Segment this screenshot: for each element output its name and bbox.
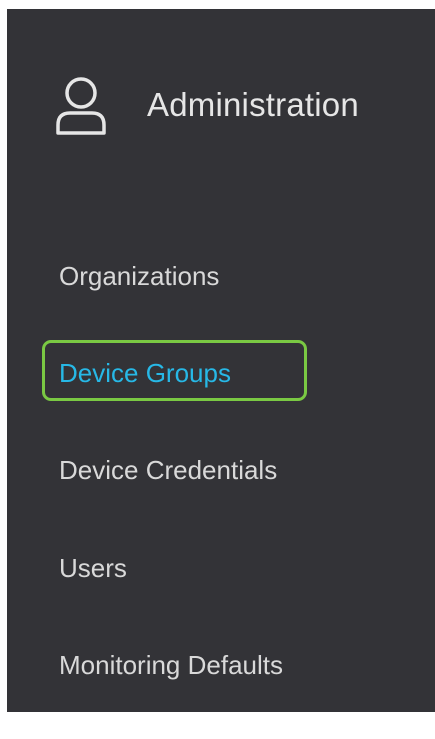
page-title: Administration: [147, 86, 359, 123]
sidebar-item-users[interactable]: Users: [59, 553, 127, 584]
sidebar-item-label: Device Groups: [59, 358, 231, 388]
sidebar-item-monitoring-defaults[interactable]: Monitoring Defaults: [59, 650, 283, 681]
sidebar-item-device-groups[interactable]: Device Groups: [42, 340, 307, 401]
user-icon: [56, 77, 106, 135]
sidebar-item-device-credentials[interactable]: Device Credentials: [59, 455, 277, 486]
sidebar-item-organizations[interactable]: Organizations: [59, 261, 219, 292]
sidebar-item-label: Monitoring Defaults: [59, 650, 283, 680]
admin-header: Administration: [55, 71, 359, 139]
sidebar-item-label: Organizations: [59, 261, 220, 291]
sidebar-item-label: Users: [59, 553, 127, 583]
admin-sidebar-panel: Administration Organizations Device Grou…: [7, 9, 435, 712]
sidebar-item-label: Device Credentials: [59, 455, 278, 485]
